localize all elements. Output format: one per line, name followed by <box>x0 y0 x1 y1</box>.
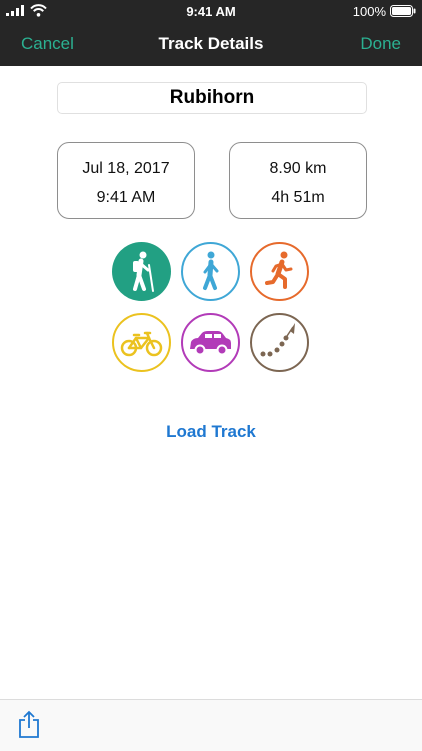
date-time-card[interactable]: Jul 18, 2017 9:41 AM <box>57 142 195 219</box>
track-date: Jul 18, 2017 <box>82 160 170 177</box>
activity-running-button[interactable] <box>249 241 310 302</box>
load-track-button[interactable]: Load Track <box>0 422 422 442</box>
car-icon <box>181 313 240 372</box>
activity-other-button[interactable] <box>249 312 310 373</box>
bottom-toolbar <box>0 699 422 751</box>
activity-car-button[interactable] <box>180 312 241 373</box>
distance-duration-card[interactable]: 8.90 km 4h 51m <box>229 142 367 219</box>
track-distance: 8.90 km <box>269 160 327 177</box>
done-button[interactable]: Done <box>360 34 401 54</box>
activity-hiking-button[interactable] <box>111 241 172 302</box>
activity-walking-button[interactable] <box>180 241 241 302</box>
activity-cycling-button[interactable] <box>111 312 172 373</box>
other-track-icon <box>250 313 309 372</box>
track-name-field[interactable]: Rubihorn <box>57 82 367 114</box>
track-time: 9:41 AM <box>96 189 156 206</box>
page-title: Track Details <box>158 34 264 53</box>
track-duration: 4h 51m <box>271 189 325 206</box>
navigation-bar: Cancel Track Details Done <box>0 22 422 66</box>
battery-percent: 100% <box>352 4 386 19</box>
status-bar: 9:41 AM 100% <box>0 0 422 22</box>
walking-icon <box>181 242 240 301</box>
cycling-icon <box>112 313 171 372</box>
hiking-icon <box>112 242 171 301</box>
battery-icon <box>390 5 416 17</box>
running-icon <box>250 242 309 301</box>
share-icon[interactable] <box>18 710 40 739</box>
